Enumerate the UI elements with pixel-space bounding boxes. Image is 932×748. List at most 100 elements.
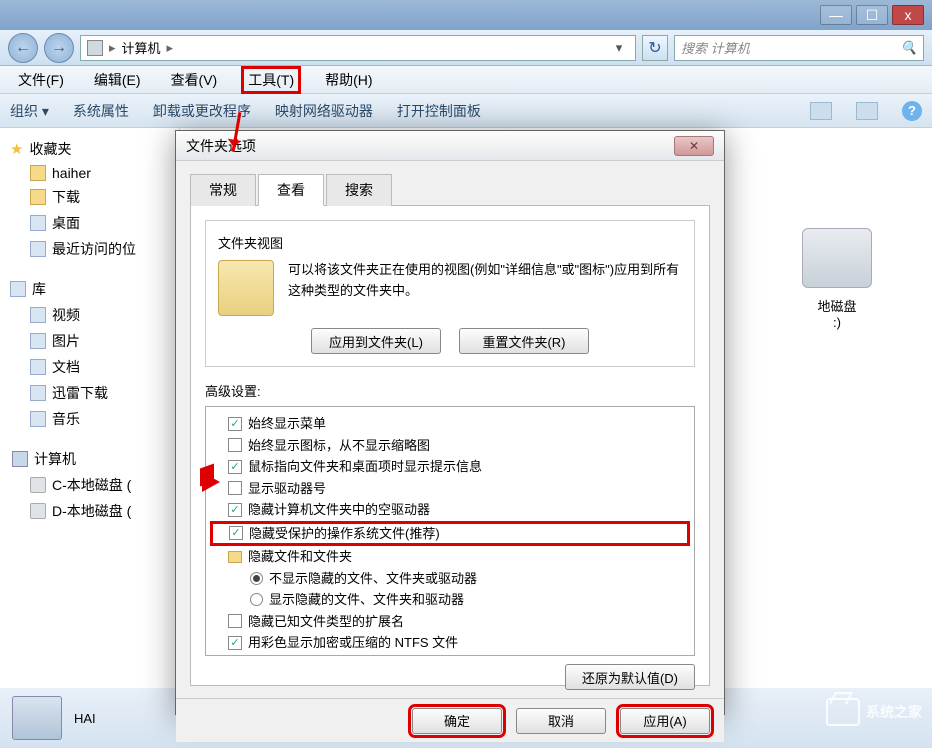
sidebar-item-desktop[interactable]: 桌面 (4, 210, 175, 236)
setting-label: 用彩色显示加密或压缩的 NTFS 文件 (248, 633, 458, 653)
reset-folders-button[interactable]: 重置文件夹(R) (459, 328, 589, 354)
music-icon (30, 411, 46, 427)
open-control-panel-button[interactable]: 打开控制面板 (397, 101, 481, 121)
disk-icon (30, 477, 46, 493)
sidebar-item-downloads[interactable]: 下载 (4, 184, 175, 210)
setting-label: 隐藏文件和文件夹 (248, 547, 352, 567)
checkbox[interactable] (228, 481, 242, 495)
dialog-titlebar[interactable]: 文件夹选项 ✕ (176, 131, 724, 161)
dialog-title: 文件夹选项 (186, 136, 256, 156)
adv-setting-item[interactable]: ✓ 用彩色显示加密或压缩的 NTFS 文件 (210, 632, 690, 654)
dialog-footer: 确定 取消 应用(A) (176, 698, 724, 742)
dialog-close-button[interactable]: ✕ (674, 136, 714, 156)
adv-setting-item[interactable]: ✓始终显示菜单 (210, 413, 690, 435)
adv-setting-item[interactable]: 隐藏文件和文件夹 (210, 546, 690, 568)
folder-views-icon (218, 260, 274, 316)
computer-icon (12, 696, 62, 740)
radio[interactable] (250, 593, 263, 606)
folder-icon (228, 551, 242, 563)
setting-label: 隐藏已知文件类型的扩展名 (248, 612, 404, 632)
back-button[interactable]: ← (8, 33, 38, 63)
menu-bar: 文件(F) 编辑(E) 查看(V) 工具(T) 帮助(H) (0, 66, 932, 94)
adv-setting-item[interactable]: 显示隐藏的文件、文件夹和驱动器 (210, 589, 690, 611)
checkbox[interactable]: ✓ (229, 526, 243, 540)
sidebar-item-drive-d[interactable]: D-本地磁盘 ( (4, 498, 175, 524)
computer-icon (12, 451, 28, 467)
sidebar-item-videos[interactable]: 视频 (4, 302, 175, 328)
sidebar-item-music[interactable]: 音乐 (4, 406, 175, 432)
sidebar-item-thunder[interactable]: 迅雷下载 (4, 380, 175, 406)
forward-button[interactable]: → (44, 33, 74, 63)
menu-edit[interactable]: 编辑(E) (88, 67, 147, 93)
menu-tools[interactable]: 工具(T) (241, 66, 301, 94)
nav-bar: ← → ▸ 计算机 ▸ ▾ ↻ 搜索 计算机 🔍 (0, 30, 932, 66)
drive-sub: :) (772, 315, 902, 330)
setting-label: 隐藏受保护的操作系统文件(推荐) (249, 524, 440, 544)
radio[interactable] (250, 572, 263, 585)
advanced-settings-label: 高级设置: (205, 381, 695, 400)
document-icon (30, 359, 46, 375)
organize-menu[interactable]: 组织 ▾ (10, 101, 49, 121)
address-bar[interactable]: ▸ 计算机 ▸ ▾ (80, 35, 636, 61)
menu-help[interactable]: 帮助(H) (319, 67, 378, 93)
setting-label: 不显示隐藏的文件、文件夹或驱动器 (269, 569, 477, 589)
adv-setting-item[interactable]: 不显示隐藏的文件、文件夹或驱动器 (210, 568, 690, 590)
sidebar-item-drive-c[interactable]: C-本地磁盘 ( (4, 472, 175, 498)
sidebar-item-haiher[interactable]: haiher (4, 162, 175, 184)
window-titlebar: — ☐ x (0, 0, 932, 30)
refresh-button[interactable]: ↻ (642, 35, 668, 61)
search-input[interactable]: 搜索 计算机 🔍 (674, 35, 924, 61)
navigation-tree: ★收藏夹 haiher 下载 桌面 最近访问的位 库 视频 图片 文档 迅雷下载… (0, 128, 180, 688)
adv-setting-item[interactable]: ✓隐藏计算机文件夹中的空驱动器 (210, 499, 690, 521)
checkbox[interactable] (228, 614, 242, 628)
uninstall-programs-button[interactable]: 卸载或更改程序 (153, 101, 251, 121)
address-dropdown[interactable]: ▾ (609, 40, 629, 56)
computer-group[interactable]: 计算机 (6, 446, 173, 472)
tab-search[interactable]: 搜索 (326, 174, 392, 206)
restore-defaults-button[interactable]: 还原为默认值(D) (565, 664, 695, 690)
menu-view[interactable]: 查看(V) (165, 67, 224, 93)
recent-icon (30, 241, 46, 257)
checkbox[interactable] (228, 438, 242, 452)
adv-setting-item[interactable]: ✓ 鼠标指向文件夹和桌面项时显示提示信息 (210, 456, 690, 478)
adv-setting-item[interactable]: 隐藏已知文件类型的扩展名 (210, 611, 690, 633)
checkbox[interactable]: ✓ (228, 460, 242, 474)
drive-item[interactable]: 地磁盘 :) (772, 228, 902, 330)
checkbox[interactable]: ✓ (228, 503, 242, 517)
system-properties-button[interactable]: 系统属性 (73, 101, 129, 121)
apply-button[interactable]: 应用(A) (620, 708, 710, 734)
adv-setting-item[interactable]: 始终显示图标，从不显示缩略图 (210, 435, 690, 457)
sidebar-item-documents[interactable]: 文档 (4, 354, 175, 380)
close-button[interactable]: x (892, 5, 924, 25)
preview-pane-icon[interactable] (856, 102, 878, 120)
sidebar-item-pictures[interactable]: 图片 (4, 328, 175, 354)
watermark-logo-icon (826, 698, 860, 726)
details-name: HAI (74, 711, 96, 726)
advanced-settings-list[interactable]: ✓始终显示菜单始终显示图标，从不显示缩略图 ✓ 鼠标指向文件夹和桌面项时显示提示信息… (205, 406, 695, 656)
minimize-button[interactable]: — (820, 5, 852, 25)
tab-view[interactable]: 查看 (258, 174, 324, 206)
breadcrumb-root[interactable]: 计算机 (122, 38, 161, 57)
adv-setting-item[interactable]: 在标题栏显示完整路径(仅限经典主题) (210, 654, 690, 657)
ok-button[interactable]: 确定 (412, 708, 502, 734)
setting-label: 鼠标指向文件夹和桌面项时显示提示信息 (248, 457, 482, 477)
desktop-icon (30, 215, 46, 231)
maximize-button[interactable]: ☐ (856, 5, 888, 25)
tab-general[interactable]: 常规 (190, 174, 256, 206)
menu-file[interactable]: 文件(F) (12, 67, 70, 93)
favorites-group[interactable]: ★收藏夹 (4, 136, 175, 162)
checkbox[interactable]: ✓ (228, 636, 242, 650)
cancel-button[interactable]: 取消 (516, 708, 606, 734)
view-options-icon[interactable] (810, 102, 832, 120)
checkbox[interactable]: ✓ (228, 417, 242, 431)
map-network-drive-button[interactable]: 映射网络驱动器 (275, 101, 373, 121)
apply-to-folders-button[interactable]: 应用到文件夹(L) (311, 328, 441, 354)
adv-setting-item[interactable]: ✓ 隐藏受保护的操作系统文件(推荐) (210, 521, 690, 547)
adv-setting-item[interactable]: 显示驱动器号 (210, 478, 690, 500)
sidebar-item-recent[interactable]: 最近访问的位 (4, 236, 175, 262)
search-placeholder: 搜索 计算机 (681, 38, 750, 57)
command-bar: 组织 ▾ 系统属性 卸载或更改程序 映射网络驱动器 打开控制面板 ? (0, 94, 932, 128)
libraries-group[interactable]: 库 (4, 276, 175, 302)
path-separator: ▸ (167, 40, 174, 56)
help-icon[interactable]: ? (902, 101, 922, 121)
